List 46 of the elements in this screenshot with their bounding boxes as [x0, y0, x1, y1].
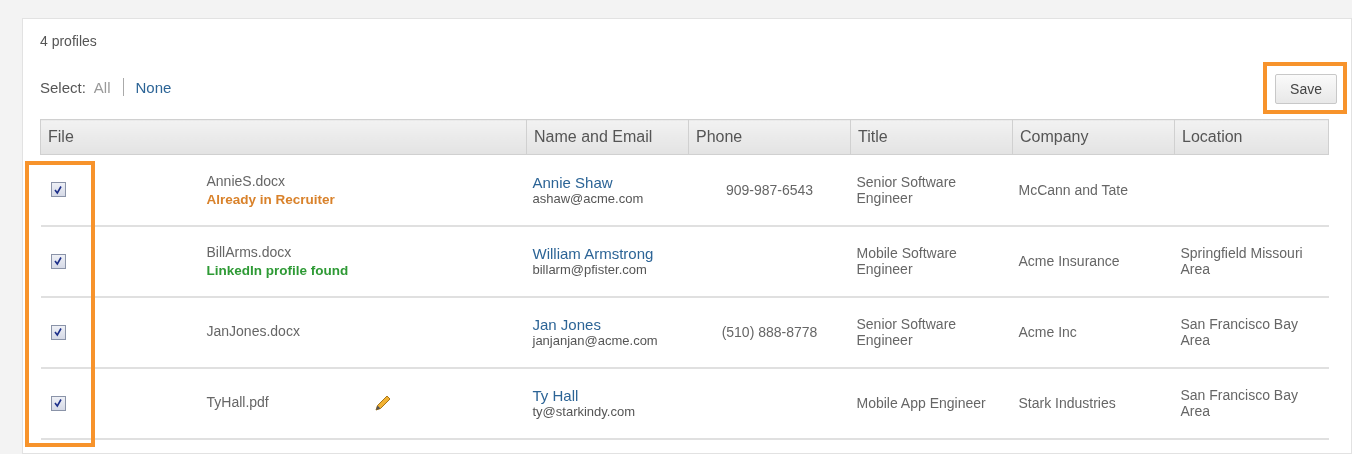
column-header[interactable]: Phone: [688, 119, 851, 155]
checkmark-icon: [53, 398, 63, 408]
company-name: Acme Insurance: [1018, 253, 1120, 269]
file-name: TyHall.pdf: [206, 393, 270, 410]
phone-number: 909-987-6543: [725, 181, 814, 198]
location-text: Springfield Missouri Area: [1180, 245, 1303, 277]
column-header[interactable]: Name and Email: [526, 119, 689, 155]
save-button[interactable]: Save: [1275, 74, 1337, 104]
column-header[interactable]: File: [40, 119, 527, 155]
checkmark-icon: [53, 256, 63, 266]
person-name-link[interactable]: Annie Shaw: [532, 173, 683, 191]
job-title: Senior Software Engineer: [856, 316, 957, 348]
profile-count: 4 profiles: [40, 33, 98, 51]
job-title: Mobile Software Engineer: [856, 245, 957, 277]
email-text: janjanjan@acme.com: [532, 333, 659, 348]
column-header[interactable]: Company: [1012, 119, 1175, 155]
status-label: LinkedIn profile found: [206, 263, 350, 278]
checkmark-icon: [53, 327, 63, 337]
status-label: Already in Recruiter: [206, 191, 336, 207]
location-text: San Francisco Bay Area: [1180, 387, 1298, 419]
checkbox[interactable]: [50, 324, 66, 340]
file-name: AnnieS.docx: [206, 172, 287, 189]
pencil-icon[interactable]: [372, 393, 393, 413]
checkmark-icon: [53, 184, 63, 195]
column-header[interactable]: Title: [850, 119, 1013, 155]
email-text: ashaw@acme.com: [532, 190, 645, 206]
location-text: San Francisco Bay Area: [1180, 316, 1298, 348]
checkbox[interactable]: [50, 395, 66, 411]
email-text: ty@starkindy.com: [532, 404, 637, 419]
person-name-link[interactable]: Ty Hall: [532, 387, 683, 404]
person-name-link[interactable]: William Armstrong: [532, 245, 683, 262]
phone-number: (510) 888-8778: [721, 324, 818, 340]
company-name: Stark Industries: [1018, 395, 1116, 411]
email-text: billarm@pfister.com: [532, 262, 648, 277]
person-name-link[interactable]: Jan Jones: [532, 316, 683, 333]
company-name: Acme Inc: [1018, 324, 1077, 340]
checkbox[interactable]: [50, 182, 66, 198]
checkbox[interactable]: [50, 253, 66, 269]
file-name: JanJones.docx: [206, 322, 301, 339]
job-title: Senior Software Engineer: [856, 173, 957, 206]
column-header[interactable]: Location: [1174, 119, 1329, 155]
company-name: McCann and Tate: [1018, 181, 1128, 198]
file-name: BillArms.docx: [206, 244, 293, 260]
job-title: Mobile App Engineer: [856, 395, 986, 411]
select-label: Select:: [40, 78, 86, 96]
select-link[interactable]: None: [135, 78, 172, 96]
